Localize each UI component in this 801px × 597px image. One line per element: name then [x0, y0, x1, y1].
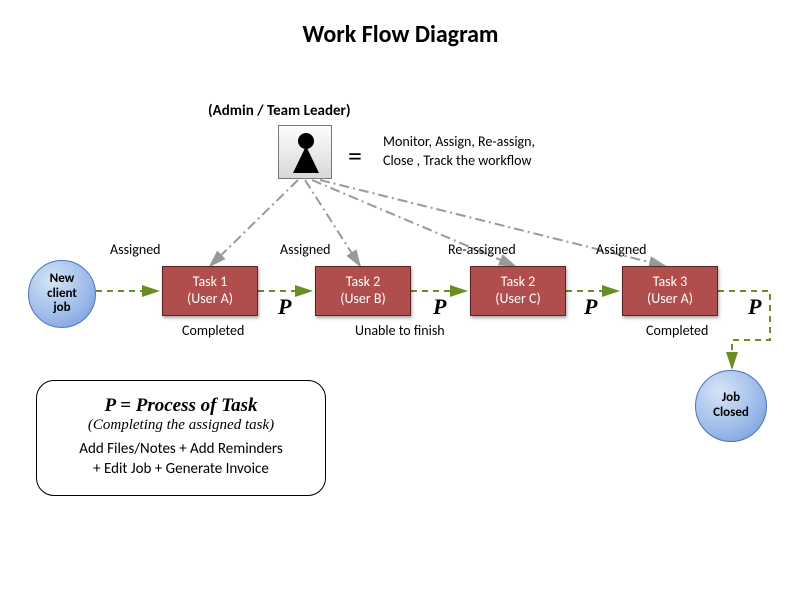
end-line1: Job [713, 391, 749, 406]
end-line2: Closed [713, 406, 749, 421]
diagram-stage: Work Flow Diagram (Admin / Team Leader) … [0, 0, 801, 597]
admin-desc-line1: Monitor, Assign, Re-assign, [383, 133, 623, 152]
label-completed-2: Completed [646, 322, 708, 339]
equals-sign: = [348, 138, 362, 173]
label-reassigned: Re-assigned [448, 241, 516, 258]
p-symbol-1: P [278, 294, 291, 320]
task-title: Task 1 [163, 274, 257, 291]
admin-role-label: (Admin / Team Leader) [208, 102, 351, 120]
admin-icon [278, 125, 332, 179]
admin-description: Monitor, Assign, Re-assign, Close , Trac… [383, 133, 623, 171]
task-box-1: Task 1 (User A) [162, 266, 258, 316]
label-assigned-2: Assigned [280, 241, 331, 258]
label-completed-1: Completed [182, 322, 244, 339]
task-box-2: Task 2 (User B) [315, 266, 411, 316]
label-unable: Unable to finish [355, 322, 445, 339]
legend-body-line1: Add Files/Notes + Add Reminders [53, 440, 309, 460]
p-symbol-2: P [433, 294, 446, 320]
legend-body: Add Files/Notes + Add Reminders + Edit J… [53, 440, 309, 479]
p-symbol-4: P [748, 294, 761, 320]
task-user: (User C) [471, 291, 565, 308]
p-symbol-3: P [584, 294, 597, 320]
task-user: (User A) [623, 291, 717, 308]
legend-subtitle: (Completing the assigned task) [53, 417, 309, 434]
legend-box: P = Process of Task (Completing the assi… [36, 380, 326, 496]
legend-title: P = Process of Task [53, 395, 309, 417]
task-box-3: Task 2 (User C) [470, 266, 566, 316]
task-title: Task 3 [623, 274, 717, 291]
task-title: Task 2 [471, 274, 565, 291]
end-node: Job Closed [695, 370, 767, 442]
label-assigned-1: Assigned [110, 241, 161, 258]
task-user: (User A) [163, 291, 257, 308]
label-assigned-4: Assigned [596, 241, 647, 258]
task-title: Task 2 [316, 274, 410, 291]
start-node: New client job [28, 260, 96, 328]
start-line3: job [47, 301, 77, 316]
diagram-title: Work Flow Diagram [0, 20, 801, 49]
task-box-4: Task 3 (User A) [622, 266, 718, 316]
start-line2: client [47, 287, 77, 302]
task-user: (User B) [316, 291, 410, 308]
legend-body-line2: + Edit Job + Generate Invoice [53, 460, 309, 480]
start-line1: New [47, 272, 77, 287]
admin-desc-line2: Close , Track the workflow [383, 152, 623, 171]
